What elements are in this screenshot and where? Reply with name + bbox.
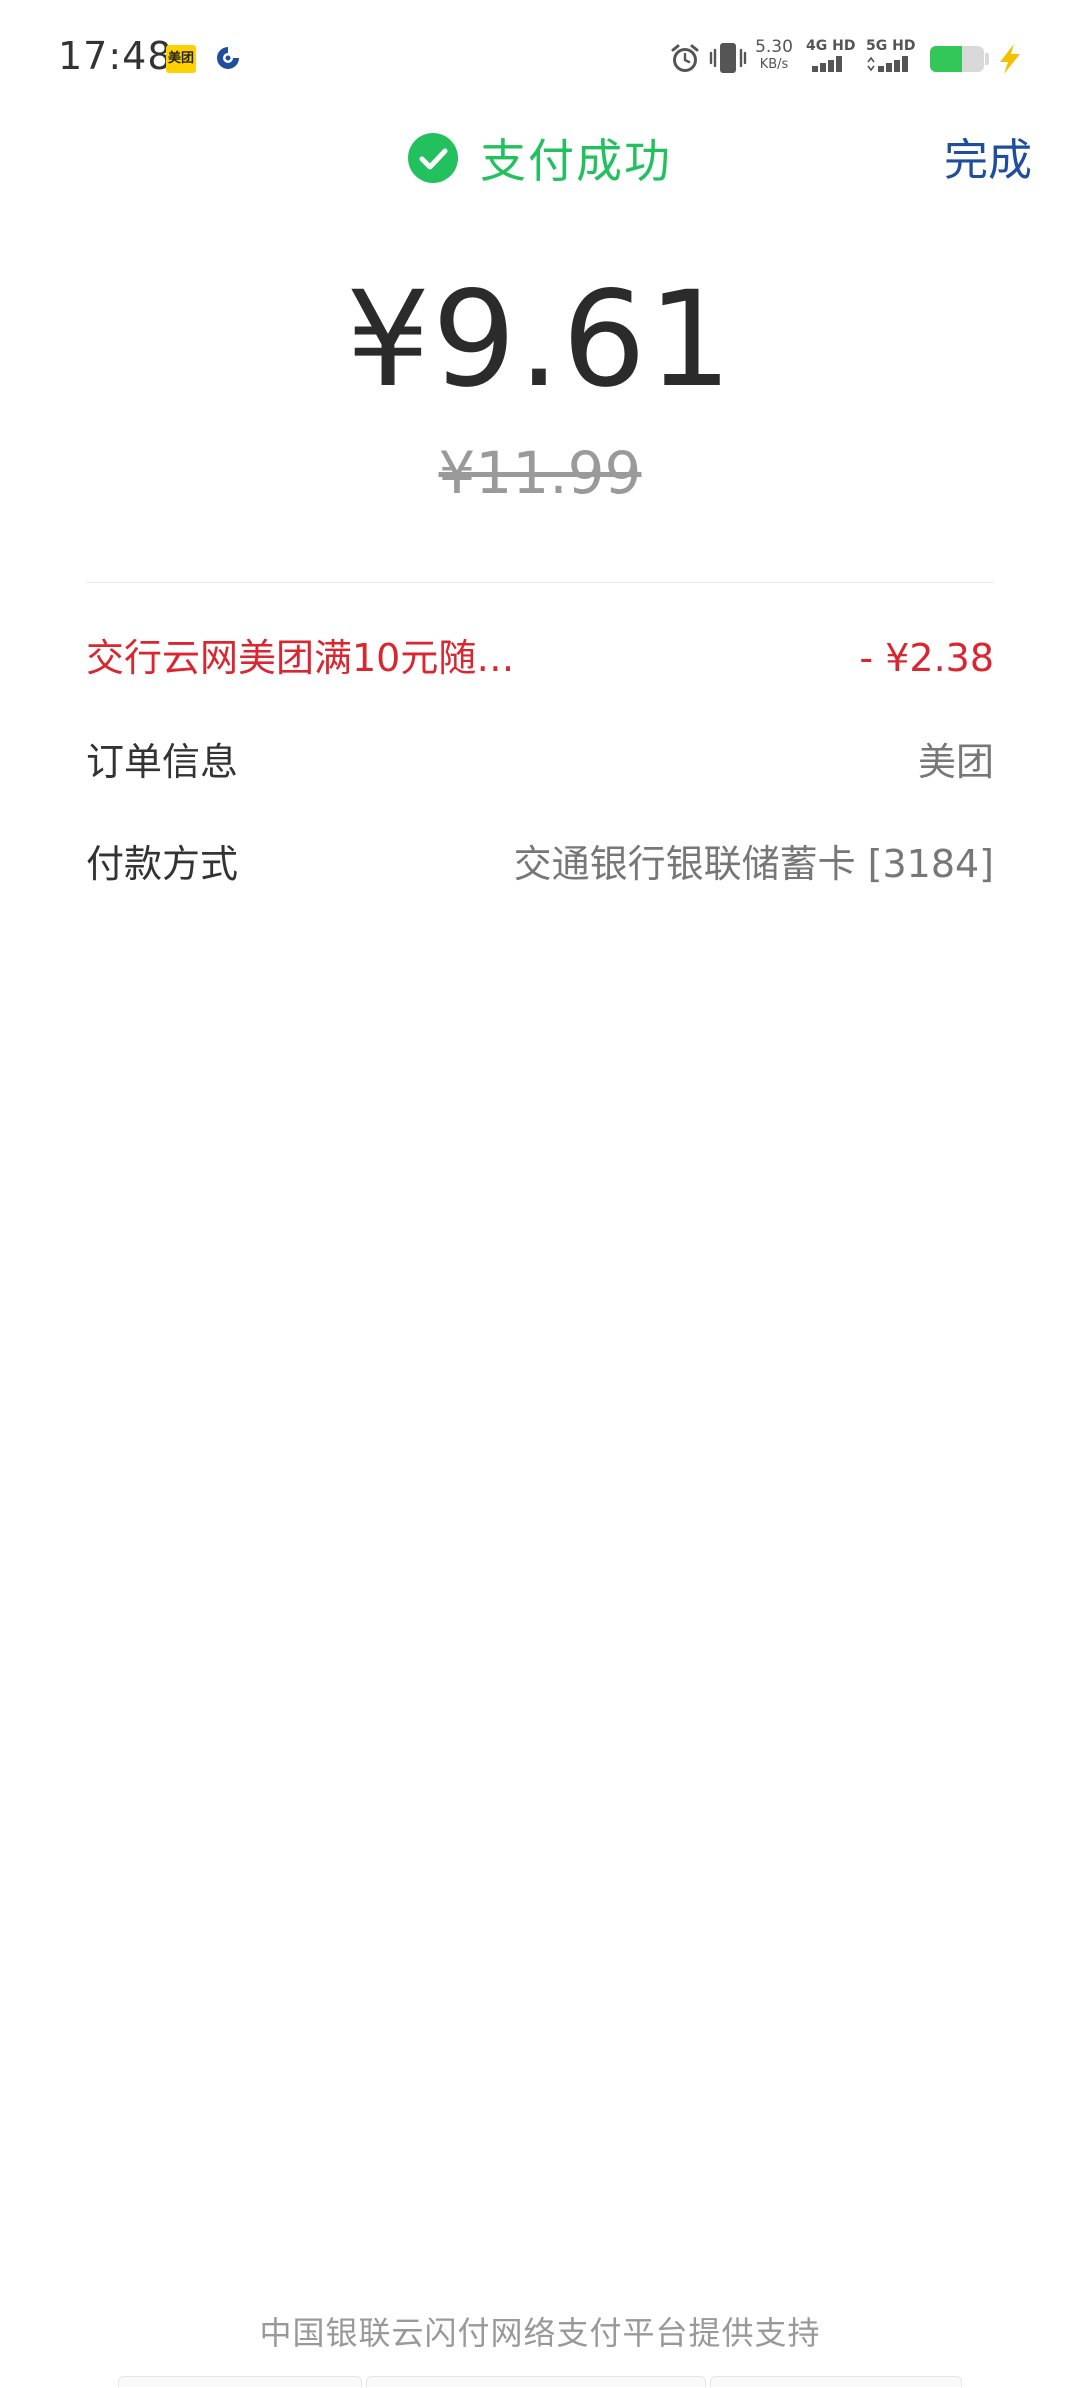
battery-level [930,46,963,72]
network-speed: 5.30 KB/s [754,38,794,74]
divider [86,582,994,583]
footer-bar-tab [710,2376,962,2387]
order-info-row: 订单信息 美团 [86,732,994,792]
footer-support-text: 中国银联云闪付网络支付平台提供支持 [259,2314,821,2352]
battery-icon [930,46,984,72]
signal-bars-icon [812,56,842,72]
signal-bars-icon [867,56,908,72]
done-button[interactable]: 完成 [944,124,1032,188]
meituan-icon: 美团 [166,45,196,73]
status-time: 17:48 [58,34,173,78]
signal-5g-label: 5G HD [866,38,916,54]
footer-bar-tabs [118,2376,964,2388]
battery-tip [985,53,989,65]
discount-value: - ¥2.38 [859,636,994,680]
charging-bolt-icon [1000,44,1020,74]
payment-method-value: 交通银行银联储蓄卡 [3184] [513,842,994,886]
signal-5g: 5G HD [866,38,916,76]
order-info-value: 美团 [917,740,994,784]
discount-label: 交行云网美团满10元随… [86,636,515,680]
original-amount: ¥11.99 [438,439,642,507]
status-bar: 17:48 美团 5.30 KB/s 4G HD 5G HD [0,0,1080,110]
order-info-label: 订单信息 [86,740,239,784]
payment-status-text: 支付成功 [480,134,672,188]
network-speed-value: 5.30 [755,37,793,57]
footer-bar-tab [118,2376,362,2387]
network-speed-unit: KB/s [759,57,789,72]
payment-method-label: 付款方式 [86,842,239,886]
signal-4g: 4G HD [806,38,856,76]
alarm-icon [671,44,699,72]
vibrate-icon [709,43,747,73]
signal-4g-label: 4G HD [806,38,856,54]
discount-row: 交行云网美团满10元随… - ¥2.38 [86,628,994,688]
check-circle-icon [408,133,458,183]
payment-success-page: 17:48 美团 5.30 KB/s 4G HD 5G HD 支付成功 完成 ¥… [0,0,1080,2388]
footer-bar-tab [366,2376,706,2387]
header: 支付成功 完成 [0,110,1080,206]
paid-amount: ¥9.61 [346,263,734,417]
payment-status: 支付成功 [408,128,672,188]
bank-app-icon [217,47,239,69]
payment-method-row: 付款方式 交通银行银联储蓄卡 [3184] [86,834,994,894]
